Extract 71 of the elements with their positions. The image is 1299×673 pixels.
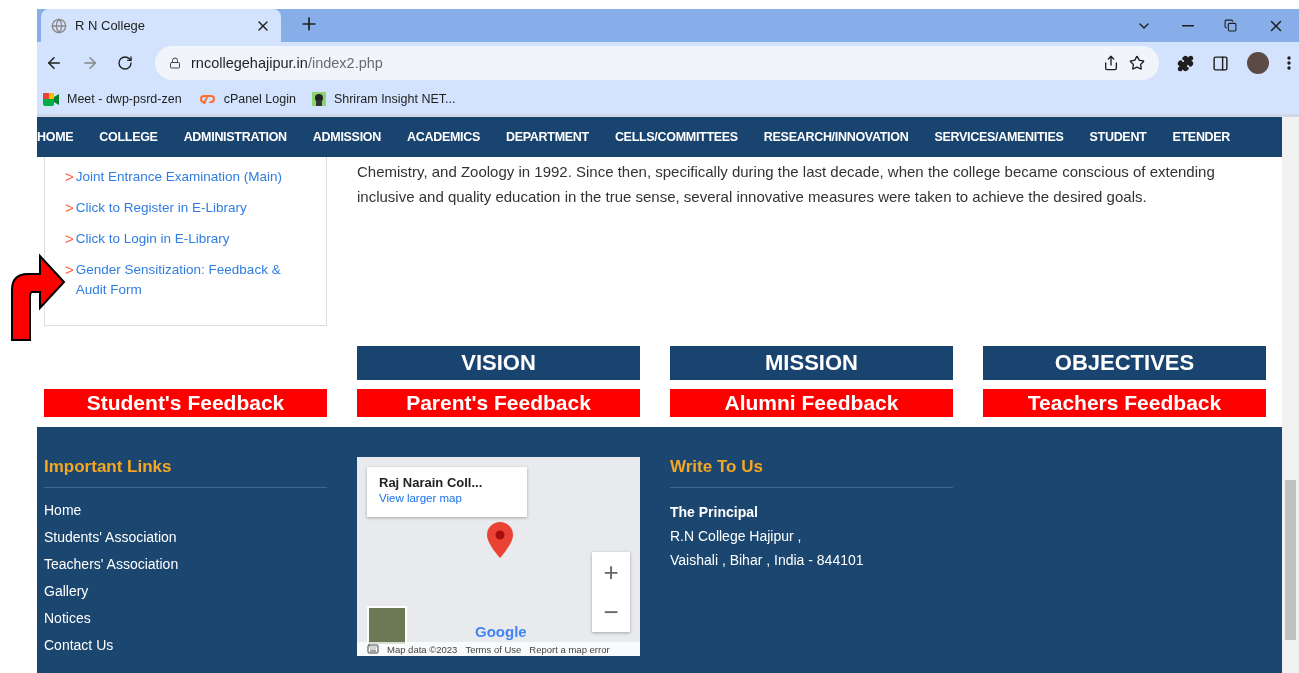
sidebar-link[interactable]: >Gender Sensitization: Feedback & Audit Form [65,260,314,300]
place-name: Raj Narain Coll... [379,475,484,490]
url-text: rncollegehajipur.in/index2.php [191,55,383,71]
footer-link[interactable]: Home [44,502,327,518]
section-heading: MISSION [670,346,953,380]
sidebar-link[interactable]: >Joint Entrance Examination (Main) [65,167,314,187]
sidebar-link[interactable]: >Click to Register in E-Library [65,198,314,218]
bookmark-star-button[interactable] [1129,55,1145,71]
menu-button[interactable] [1287,56,1291,70]
nav-link[interactable]: ETENDER [1172,130,1231,144]
forward-button[interactable] [81,54,99,72]
feedback-button[interactable]: Alumni Feedback [670,389,953,417]
footer-link[interactable]: Notices [44,610,327,626]
nav-link[interactable]: RESEARCH/INNOVATION [763,130,909,144]
extensions-button[interactable] [1177,54,1194,72]
section-heading: OBJECTIVES [983,346,1266,380]
map-placeholder[interactable]: Raj Narain Coll... View larger map + − Google Map data ©2023 Terms of Use Report a map error [357,457,640,656]
nav-link[interactable]: ACADEMICS [407,130,480,144]
footer-heading: Important Links [44,457,327,488]
address-line: Vaishali , Bihar , India - 844101 [670,551,865,570]
footer-link[interactable]: Teachers' Association [44,556,327,572]
menu-icon [1287,56,1291,70]
tab-title: R N College [75,18,147,33]
nav-link[interactable]: HOME [37,130,74,144]
minimize-button[interactable] [1182,24,1194,27]
feedback-button[interactable]: Teachers Feedback [983,389,1266,417]
restore-button[interactable] [1224,19,1237,32]
profile-avatar[interactable] [1247,52,1269,74]
nav-link[interactable]: SERVICES/AMENITIES [934,130,1064,144]
nav-link[interactable]: COLLEGE [99,130,158,144]
feedback-button[interactable]: Parent's Feedback [357,389,640,417]
side-panel-button[interactable] [1212,54,1229,72]
nav-link[interactable]: ADMISSION [312,130,381,144]
map-pin-icon [487,522,513,558]
attribution-text[interactable]: Terms of Use [465,643,522,655]
keyboard-icon[interactable] [367,643,379,655]
footer-heading: Write To Us [670,457,953,488]
globe-icon [51,17,67,34]
nav-link[interactable]: STUDENT [1089,130,1147,144]
sidebar-link[interactable]: >Click to Login in E-Library [65,229,314,249]
attribution-text[interactable]: Report a map error [529,643,610,655]
lock-icon [169,57,181,69]
nav-link[interactable]: CELLS/COMMITTEES [614,130,738,144]
address-line: R.N College Hajipur , [670,527,803,546]
scrollbar[interactable] [1282,117,1299,673]
attribution-text: Map data ©2023 [387,643,458,655]
bookmark-link[interactable]: Meet - dwp-psrd-zen [43,92,182,106]
intro-paragraph: Chemistry, and Zoology in 1992. Since then, specifically during the last decade, when the college became conscious of extending inclusive and quality education in the true sense, several innovative measures were taken to achieve the desired goals. [357,162,1216,207]
zoom-in-button[interactable]: + [592,552,630,592]
footer-link[interactable]: Students' Association [44,529,327,545]
bookmark-image-icon [311,92,326,106]
view-larger-map-link[interactable]: View larger map [379,492,515,504]
minimize-icon [1182,24,1194,27]
bookmark-link[interactable]: Shriram Insight NET... [311,92,456,106]
zoom-out-button[interactable]: − [592,592,630,632]
section-heading: VISION [357,346,640,380]
cpanel-logo-icon [197,93,216,105]
back-button[interactable] [45,54,63,72]
share-button[interactable] [1103,55,1119,71]
bookmark-link[interactable]: cPanel Login [197,92,296,106]
address-name: The Principal [670,503,759,522]
feedback-button[interactable]: Student's Feedback [44,389,327,417]
reload-button[interactable] [117,55,133,71]
map-logo: Google [475,623,527,640]
browser-tab[interactable]: R N College [41,9,281,42]
nav-link[interactable]: DEPARTMENT [506,130,589,144]
footer-link[interactable]: Gallery [44,583,327,599]
nav-link[interactable]: ADMINISTRATION [183,130,287,144]
footer-link[interactable]: Contact Us [44,637,327,653]
video-camera-icon [43,92,59,106]
address-bar[interactable]: rncollegehajipur.in/index2.php [155,46,1159,80]
